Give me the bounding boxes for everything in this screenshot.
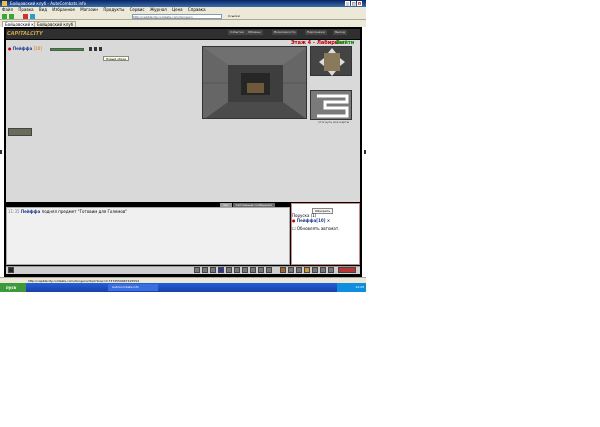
menu-journal[interactable]: Журнал xyxy=(150,7,167,12)
auto-refresh-checkbox[interactable]: ☐ xyxy=(292,226,296,231)
menu-price[interactable]: Цена xyxy=(172,7,183,12)
nav-characters[interactable]: Персонажи xyxy=(305,30,327,35)
taskbar xyxy=(0,283,366,292)
chat-log xyxy=(6,207,290,265)
compass-control[interactable] xyxy=(310,46,352,76)
nav-exchange[interactable]: Обмены xyxy=(246,30,263,35)
action-icon[interactable] xyxy=(218,267,224,273)
nav-features[interactable]: Возможности xyxy=(272,30,298,35)
action-icon[interactable] xyxy=(304,267,310,273)
refresh-icon[interactable] xyxy=(30,14,35,19)
close-icon[interactable]: ✕ xyxy=(327,218,330,223)
nav-exit[interactable]: Выход xyxy=(333,30,348,35)
nav-event[interactable]: Событие xyxy=(228,30,246,35)
action-icon[interactable] xyxy=(266,267,272,273)
forward-icon[interactable] xyxy=(9,14,14,19)
minimap-maze xyxy=(317,94,349,118)
compass-arrows xyxy=(319,48,345,76)
menu-favorites[interactable]: Избранное xyxy=(52,7,75,12)
player-info: ● Пейффа [10] xyxy=(8,46,42,52)
menu-tools[interactable]: Сервис xyxy=(130,7,145,12)
action-icon[interactable] xyxy=(296,267,302,273)
taskbar-item[interactable]: AutoCombats.info xyxy=(108,284,158,291)
menu-view[interactable]: Вид xyxy=(39,7,47,12)
action-icon[interactable] xyxy=(280,267,286,273)
player-name[interactable]: Пейффа xyxy=(13,46,33,51)
dungeon-scene xyxy=(203,47,306,118)
player-level: [10] xyxy=(33,46,42,51)
player-icon: ● xyxy=(292,218,296,223)
action-icon[interactable] xyxy=(242,267,248,273)
browser-toolbar: http://capitalcity.combats.com/dungeon С… xyxy=(0,13,366,20)
start-button[interactable]: пуск xyxy=(0,283,26,292)
links-label[interactable]: Ссылки xyxy=(228,14,240,18)
address-input[interactable]: http://capitalcity.combats.com/dungeon xyxy=(132,14,222,19)
chat-message: 11:35 Пейффа поднял предмет "Готовим для… xyxy=(8,209,127,214)
clock: 14:26 xyxy=(337,283,366,292)
menu-shop[interactable]: Магазин xyxy=(80,7,98,12)
window-title: Бойцовский клуб - AutoCombats.info xyxy=(10,1,87,6)
player-icon: ● xyxy=(8,46,12,51)
minimap[interactable] xyxy=(310,90,352,120)
nearby-player-name[interactable]: Пейффа[10] xyxy=(297,218,326,223)
left-edge-handle[interactable] xyxy=(0,150,2,154)
settings-icon[interactable] xyxy=(99,47,102,51)
stop-icon[interactable] xyxy=(23,14,28,19)
auto-refresh-label: Обновлять автомат. xyxy=(296,226,340,231)
menu-edit[interactable]: Правка xyxy=(18,7,33,12)
exit-icon[interactable] xyxy=(338,267,356,273)
action-icon[interactable] xyxy=(210,267,216,273)
map-caption[interactable]: отогнуть все карты xyxy=(318,120,349,124)
tooltip: Новый образ xyxy=(103,56,130,61)
action-icon[interactable] xyxy=(312,267,318,273)
action-icon[interactable] xyxy=(202,267,208,273)
maximize-button[interactable]: □ xyxy=(351,1,356,6)
action-icon[interactable] xyxy=(226,267,232,273)
auto-refresh-row: ☐ Обновлять автомат. xyxy=(292,226,340,231)
game-logo: CAPITALCITY xyxy=(7,31,43,37)
window-titlebar: Бойцовский клуб - AutoCombats.info _ □ x xyxy=(0,0,366,7)
chat-time: 11:35 xyxy=(8,209,20,214)
menu-products[interactable]: Продукты xyxy=(103,7,124,12)
chat-text: поднял предмет "Готовим для Големов" xyxy=(41,209,128,214)
dungeon-view[interactable] xyxy=(202,46,307,119)
item-thumbnail[interactable] xyxy=(8,128,32,136)
action-icon[interactable] xyxy=(250,267,256,273)
action-icon[interactable] xyxy=(320,267,326,273)
action-icon[interactable] xyxy=(288,267,294,273)
menu-help[interactable]: Справка xyxy=(188,7,206,12)
minimize-button[interactable]: _ xyxy=(345,1,350,6)
smiley-icon[interactable] xyxy=(8,267,14,273)
app-icon xyxy=(2,1,7,6)
action-icon[interactable] xyxy=(328,267,334,273)
health-bar xyxy=(50,48,84,51)
action-icon[interactable] xyxy=(258,267,264,273)
action-icon[interactable] xyxy=(234,267,240,273)
nearby-player: ● Пейффа[10] ✕ xyxy=(292,218,330,223)
inventory-icon[interactable] xyxy=(89,47,92,51)
close-button[interactable]: x xyxy=(357,1,362,6)
action-icon[interactable] xyxy=(194,267,200,273)
menu-file[interactable]: Файл xyxy=(2,7,13,12)
info-icon[interactable] xyxy=(94,47,97,51)
back-icon[interactable] xyxy=(2,14,7,19)
chat-author[interactable]: Пейффа xyxy=(21,209,41,214)
tab-bar: Бойцовский клуб Бойцовский клуб xyxy=(0,20,366,27)
right-edge-handle[interactable] xyxy=(364,150,366,154)
